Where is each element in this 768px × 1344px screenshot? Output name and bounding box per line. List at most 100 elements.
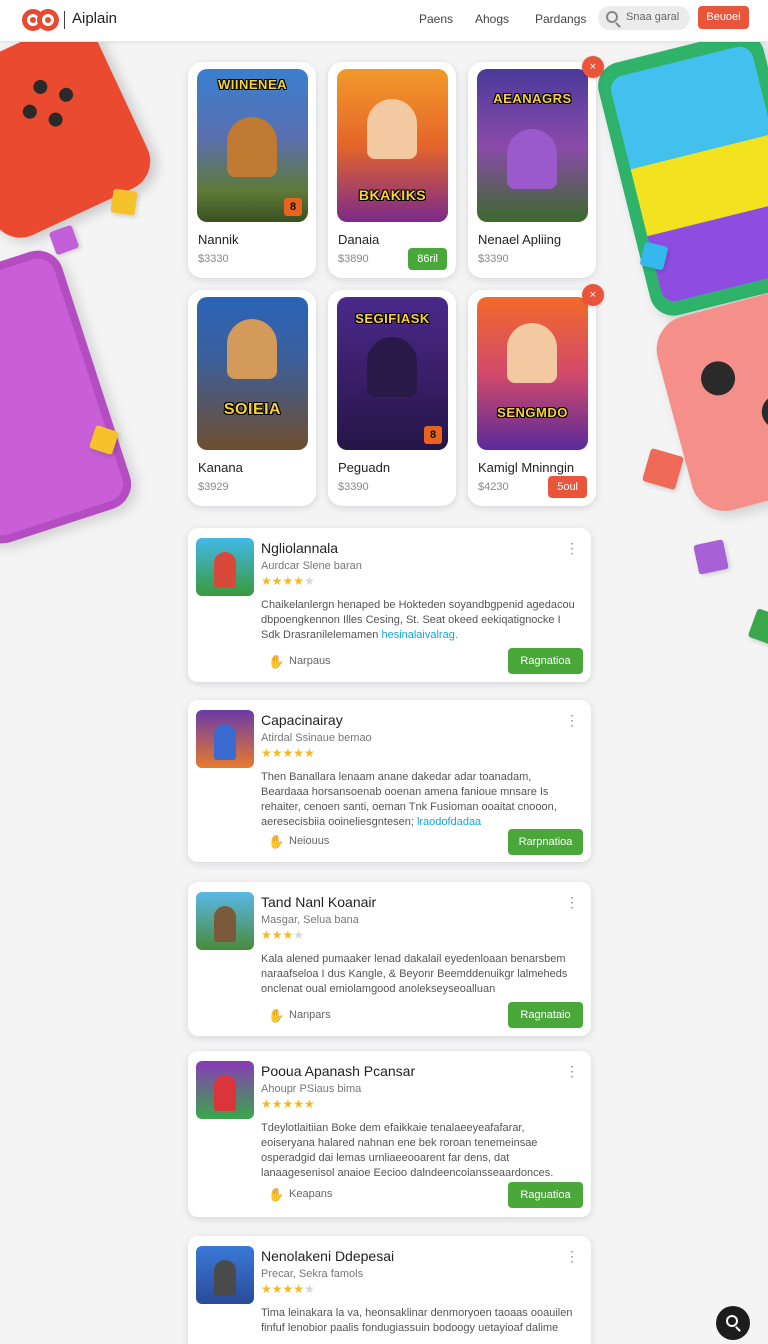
description-link[interactable]: lraodofdadaa (417, 816, 481, 828)
divider (64, 11, 65, 29)
search-placeholder: Snaa garal (626, 11, 680, 23)
footer-label: Keapans (289, 1188, 333, 1200)
app-subtitle: Masgar, Selua bana (261, 914, 359, 926)
hand-icon: ✋ (268, 1008, 285, 1023)
game-price: $3390 (478, 253, 509, 265)
list-item[interactable]: Tand Nanl Koanair Masgar, Selua bana ★★★… (188, 882, 591, 1036)
search-icon (726, 1315, 738, 1327)
star-rating: ★★★★★ (261, 746, 315, 760)
app-description: Chaikelanlergn henaped be Hokteden soyan… (261, 599, 575, 641)
game-card[interactable]: SOIEIA Kanana $3929 (188, 290, 316, 506)
purple-cube-decoration (48, 224, 80, 256)
header-action-button[interactable]: Beuoei (698, 6, 749, 29)
game-title: Nenael Apliing (478, 232, 562, 247)
search-input[interactable]: Snaa garal (598, 6, 690, 30)
brand-name[interactable]: Aiplain (72, 10, 117, 27)
logo-icon[interactable] (22, 9, 60, 31)
green-phone-decoration (593, 27, 768, 321)
game-cover-image: BKAKIKS (337, 69, 448, 222)
star-rating: ★★★★★ (261, 1282, 315, 1296)
green-cube-decoration (747, 608, 768, 646)
game-cover-image: WIINENEA 8 (197, 69, 308, 222)
more-options-icon[interactable]: ⋮ (565, 1248, 579, 1265)
red-cube-decoration (641, 447, 685, 491)
hand-icon: ✋ (268, 1187, 285, 1202)
top-bar: Aiplain Paens Ahogs Pardangs Snaa garal … (0, 0, 768, 42)
app-thumbnail (196, 538, 254, 596)
star-rating: ★★★★★ (261, 574, 315, 588)
more-options-icon[interactable]: ⋮ (565, 540, 579, 557)
game-price: $3330 (198, 253, 229, 265)
game-title: Danaia (338, 232, 380, 247)
hand-icon: ✋ (268, 654, 285, 669)
list-item[interactable]: Ngliolannala Aurdcar Slene baran ★★★★★ ⋮… (188, 528, 591, 682)
list-item[interactable]: Capacinairay Atirdal Ssinaue bemao ★★★★★… (188, 700, 591, 862)
app-title: Pooua Apanash Pcansar (261, 1063, 416, 1079)
more-options-icon[interactable]: ⋮ (565, 1063, 579, 1080)
sale-badge[interactable]: 5oul (548, 476, 587, 498)
game-card[interactable]: SENGMDO × Kamigl Mninngin $4230 5oul (468, 284, 604, 506)
game-title: Kanana (198, 460, 243, 475)
nav-item-ahogs[interactable]: Ahogs (475, 12, 509, 26)
red-controller-decoration (0, 12, 161, 248)
action-button[interactable]: Rarpnatioa (508, 829, 583, 855)
app-title: Nenolakeni Ddepesai (261, 1248, 395, 1264)
more-options-icon[interactable]: ⋮ (565, 894, 579, 911)
app-thumbnail (196, 1246, 254, 1304)
description-link[interactable]: hesinalaivalrag. (381, 629, 457, 641)
app-subtitle: Precar, Sekra famols (261, 1268, 364, 1280)
app-description: Kala alened pumaaker lenad dakalail eyed… (261, 953, 568, 995)
game-price: $3929 (198, 481, 229, 493)
game-title: Nannik (198, 232, 239, 247)
game-cover-image: AEANAGRS (477, 69, 588, 222)
game-title: Kamigl Mninngin (478, 460, 575, 475)
game-cover-image: SOIEIA (197, 297, 308, 450)
hand-icon: ✋ (268, 834, 285, 849)
search-icon (606, 11, 618, 23)
game-price: $3390 (338, 481, 369, 493)
close-icon[interactable]: × (582, 284, 604, 306)
purple-phone-decoration (0, 243, 138, 551)
yellow-cube-decoration (110, 188, 138, 216)
game-card[interactable]: AEANAGRS × Nenael Apliing $3390 (468, 56, 604, 278)
action-button[interactable]: Ragnatioa (508, 648, 583, 674)
game-card[interactable]: SEGIFIASK 8 Peguadn $3390 (328, 290, 456, 506)
list-item[interactable]: Pooua Apanash Pcansar Ahoupr PSiaus bima… (188, 1051, 591, 1217)
list-item[interactable]: Nenolakeni Ddepesai Precar, Sekra famols… (188, 1236, 591, 1344)
footer-label: Narpaus (289, 655, 331, 667)
price-badge[interactable]: 86ril (408, 248, 447, 270)
app-subtitle: Atirdal Ssinaue bemao (261, 732, 372, 744)
game-card[interactable]: BKAKIKS Danaia $3890 86ril (328, 62, 456, 278)
app-title: Capacinairay (261, 712, 343, 728)
game-cover-image: SENGMDO (477, 297, 588, 450)
action-button[interactable]: Ragnataio (508, 1002, 583, 1028)
purple-cube-decoration (693, 539, 729, 575)
game-cover-image: SEGIFIASK 8 (337, 297, 448, 450)
search-fab-button[interactable] (716, 1306, 750, 1340)
more-options-icon[interactable]: ⋮ (565, 712, 579, 729)
nav-item-pardangs[interactable]: Pardangs (535, 12, 586, 26)
app-subtitle: Ahoupr PSiaus bima (261, 1083, 362, 1095)
tag-badge: 8 (284, 198, 302, 216)
app-thumbnail (196, 710, 254, 768)
game-card[interactable]: WIINENEA 8 Nannik $3330 (188, 62, 316, 278)
footer-label: Neiouus (289, 835, 330, 847)
app-description: Then Banallara lenaam anane dakedar adar… (261, 771, 557, 828)
app-thumbnail (196, 1061, 254, 1119)
app-subtitle: Aurdcar Slene baran (261, 560, 362, 572)
footer-label: Nanpars (289, 1009, 331, 1021)
game-title: Peguadn (338, 460, 391, 475)
app-description: Tdeylotlaitiian Boke dem efaikkaie tenal… (261, 1122, 554, 1179)
game-price: $4230 (478, 481, 509, 493)
close-icon[interactable]: × (582, 56, 604, 78)
app-thumbnail (196, 892, 254, 950)
nav-item-paens[interactable]: Paens (419, 12, 453, 26)
app-title: Ngliolannala (261, 540, 339, 556)
game-price: $3890 (338, 253, 369, 265)
app-title: Tand Nanl Koanair (261, 894, 377, 910)
app-description: Tima leinakara la va, heonsaklinar denmo… (261, 1307, 573, 1334)
action-button[interactable]: Raguatioa (508, 1182, 583, 1208)
star-rating: ★★★★★ (261, 1097, 315, 1111)
star-rating: ★★★★ (261, 928, 305, 942)
tag-badge: 8 (424, 426, 442, 444)
